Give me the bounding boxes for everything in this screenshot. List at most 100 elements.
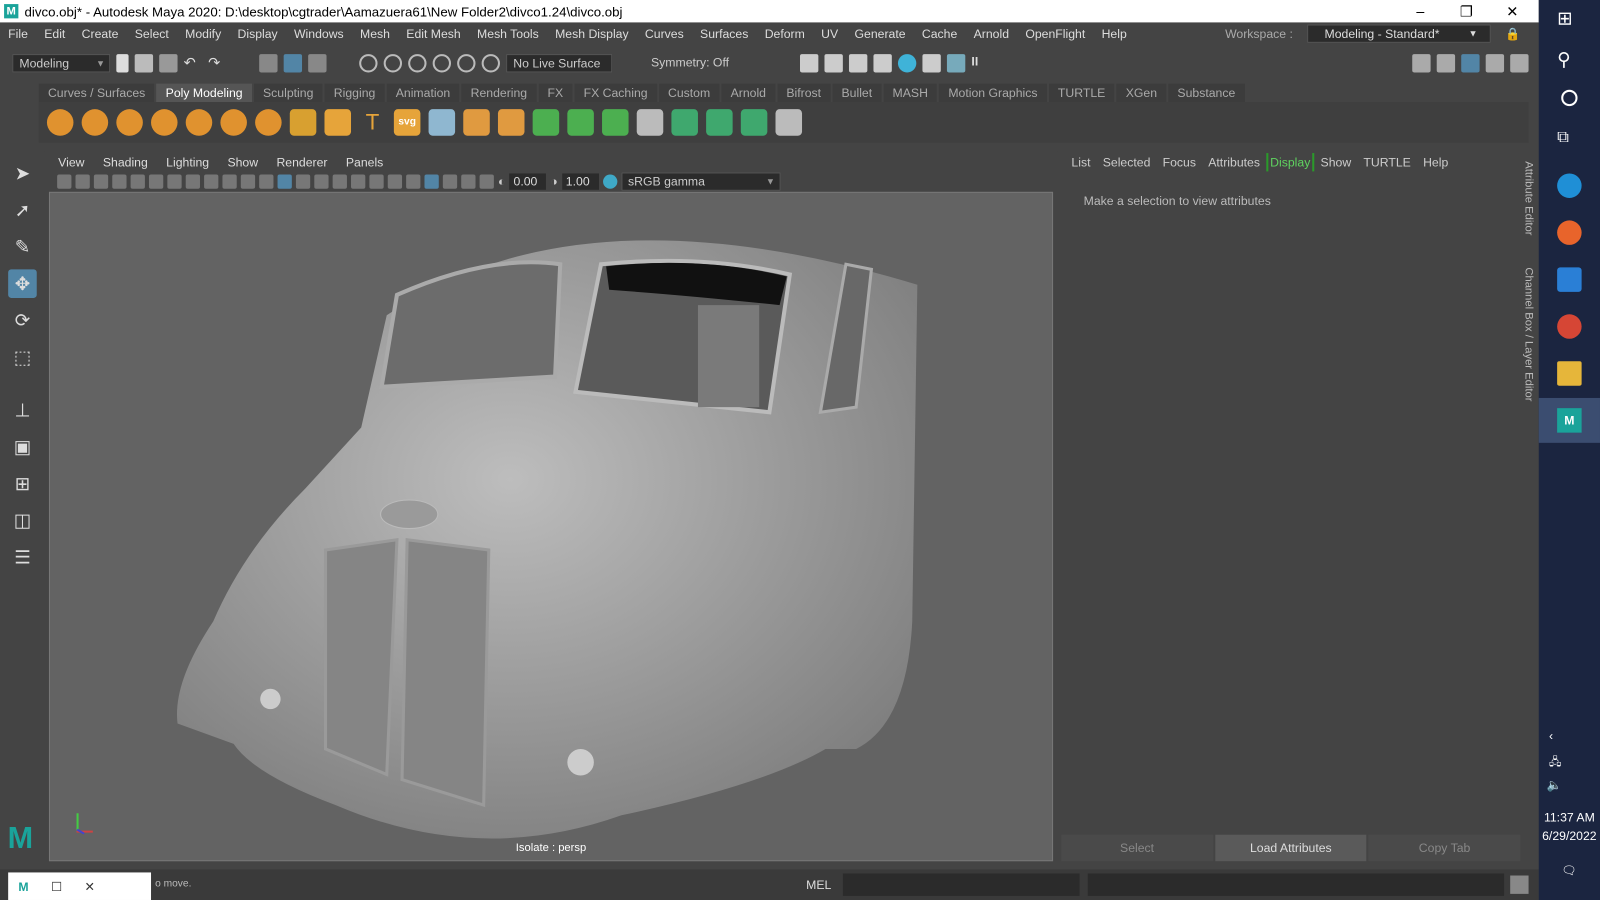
grid-icon[interactable]	[130, 174, 145, 189]
windows-start-icon[interactable]: ⊞	[1557, 8, 1581, 32]
tab-substance[interactable]: Substance	[1168, 83, 1245, 103]
chevron-left-icon[interactable]: ‹	[1549, 729, 1553, 743]
restore-icon[interactable]: ☐	[51, 879, 62, 893]
tab-channel-box[interactable]: Channel Box / Layer Editor	[1522, 267, 1534, 401]
cylinder-icon[interactable]	[116, 109, 143, 136]
light-editor-icon[interactable]	[946, 54, 966, 73]
minimized-window[interactable]: M ☐ ✕	[8, 872, 152, 900]
tab-motion-graphics[interactable]: Motion Graphics	[939, 83, 1047, 103]
search-icon[interactable]: ⚲	[1557, 49, 1581, 73]
bookmark-icon[interactable]	[93, 174, 109, 189]
outliner-layout-icon[interactable]: ☰	[8, 543, 37, 572]
edge-icon[interactable]	[1557, 173, 1582, 198]
tab-custom[interactable]: Custom	[658, 83, 720, 103]
tab-attribute-editor[interactable]: Attribute Editor	[1522, 161, 1534, 235]
tool-settings-icon[interactable]	[1485, 54, 1505, 73]
gamma-field[interactable]: 1.00	[561, 173, 599, 190]
resolution-gate-icon[interactable]	[167, 174, 182, 189]
lasso-tool-icon[interactable]: ➚	[8, 196, 37, 225]
viewport-menu-shading[interactable]: Shading	[94, 153, 157, 171]
smooth-shade-icon[interactable]	[277, 174, 292, 189]
fill-hole-icon[interactable]	[671, 109, 698, 136]
gate-mask-icon[interactable]	[185, 174, 200, 189]
cortana-icon[interactable]	[1561, 89, 1578, 107]
image-plane-icon[interactable]	[112, 174, 127, 189]
snap-point-icon[interactable]	[408, 54, 427, 73]
firefox-icon[interactable]	[1557, 220, 1582, 245]
render-settings-icon[interactable]	[873, 54, 892, 73]
ipr-render-icon[interactable]	[848, 54, 868, 73]
menu-mesh-display[interactable]: Mesh Display	[547, 27, 637, 41]
load-attributes-button[interactable]: Load Attributes	[1214, 834, 1367, 862]
store-icon[interactable]	[1557, 267, 1582, 292]
viewport-menu-renderer[interactable]: Renderer	[267, 153, 336, 171]
channel-box-icon[interactable]	[1510, 54, 1529, 73]
viewport-persp[interactable]: Isolate : persp	[48, 191, 1054, 862]
menu-windows[interactable]: Windows	[286, 27, 352, 41]
xray-components-icon[interactable]	[479, 174, 494, 189]
volume-icon[interactable]: 🔈	[1547, 778, 1562, 792]
viewport-menu-panels[interactable]: Panels	[337, 153, 393, 171]
redo-icon[interactable]: ↷	[208, 54, 226, 72]
cube-icon[interactable]	[81, 109, 109, 136]
modeling-toolkit-icon[interactable]	[1412, 54, 1431, 73]
restore-button[interactable]: ❐	[1444, 0, 1489, 22]
bevel-icon[interactable]	[532, 109, 560, 136]
render-frame-icon[interactable]	[824, 54, 843, 73]
smooth-icon[interactable]	[497, 109, 525, 136]
menu-mesh-tools[interactable]: Mesh Tools	[469, 27, 547, 41]
minimize-button[interactable]: –	[1398, 0, 1443, 22]
menu-display[interactable]: Display	[229, 27, 285, 41]
ae-menu-display[interactable]: Display	[1266, 153, 1315, 172]
rotate-tool-icon[interactable]: ⟳	[8, 306, 37, 335]
ae-menu-focus[interactable]: Focus	[1157, 153, 1203, 171]
platonic-icon[interactable]	[289, 109, 317, 136]
tab-mash[interactable]: MASH	[883, 83, 938, 103]
menu-arnold[interactable]: Arnold	[965, 27, 1017, 41]
snap-curve-icon[interactable]	[383, 54, 403, 73]
copy-tab-button[interactable]: Copy Tab	[1368, 834, 1521, 862]
single-view-layout-icon[interactable]: ▣	[8, 433, 37, 462]
menu-edit-mesh[interactable]: Edit Mesh	[398, 27, 469, 41]
new-scene-icon[interactable]	[116, 54, 129, 73]
tab-bifrost[interactable]: Bifrost	[777, 83, 831, 103]
attribute-editor-toggle-icon[interactable]	[1461, 54, 1480, 73]
snap-surface-icon[interactable]	[457, 54, 476, 73]
command-input[interactable]	[842, 873, 1080, 896]
ae-menu-help[interactable]: Help	[1417, 153, 1454, 171]
live-surface-field[interactable]: No Live Surface	[506, 54, 613, 73]
use-lights-icon[interactable]	[332, 174, 347, 189]
undo-icon[interactable]: ↶	[184, 54, 202, 72]
menu-uv[interactable]: UV	[813, 27, 846, 41]
combine-icon[interactable]	[428, 109, 456, 136]
workspace-dropdown[interactable]: Modeling - Standard* ▼	[1307, 24, 1491, 43]
script-editor-icon[interactable]	[1510, 875, 1529, 894]
pause-icon[interactable]: II	[971, 54, 989, 72]
menu-edit[interactable]: Edit	[36, 27, 73, 41]
menu-deform[interactable]: Deform	[757, 27, 813, 41]
two-view-layout-icon[interactable]: ◫	[8, 506, 37, 535]
select-object-icon[interactable]	[283, 54, 303, 73]
menu-generate[interactable]: Generate	[846, 27, 913, 41]
field-chart-icon[interactable]	[204, 174, 219, 189]
sphere-icon[interactable]	[46, 109, 74, 136]
clock-time[interactable]: 11:37 AM	[1539, 810, 1600, 824]
default-material-icon[interactable]	[295, 174, 311, 189]
snap-center-icon[interactable]	[481, 54, 500, 73]
cone-icon[interactable]	[151, 109, 178, 136]
tab-xgen[interactable]: XGen	[1116, 83, 1167, 103]
select-tool-icon[interactable]: ➤	[8, 159, 37, 188]
bridge-icon[interactable]	[567, 109, 594, 136]
menu-select[interactable]: Select	[127, 27, 177, 41]
network-icon[interactable]: 🖧	[1549, 753, 1562, 772]
tab-arnold[interactable]: Arnold	[721, 83, 776, 103]
snap-view-plane-icon[interactable]	[432, 54, 452, 73]
menu-help[interactable]: Help	[1093, 27, 1135, 41]
mel-label[interactable]: MEL	[806, 878, 831, 892]
disc-icon[interactable]	[255, 109, 282, 136]
camera-attributes-icon[interactable]	[75, 174, 90, 189]
lock-icon[interactable]: 🔒	[1497, 27, 1529, 41]
render-setup-icon[interactable]	[922, 54, 941, 73]
color-management-icon[interactable]	[602, 174, 617, 189]
ae-menu-selected[interactable]: Selected	[1097, 153, 1157, 171]
